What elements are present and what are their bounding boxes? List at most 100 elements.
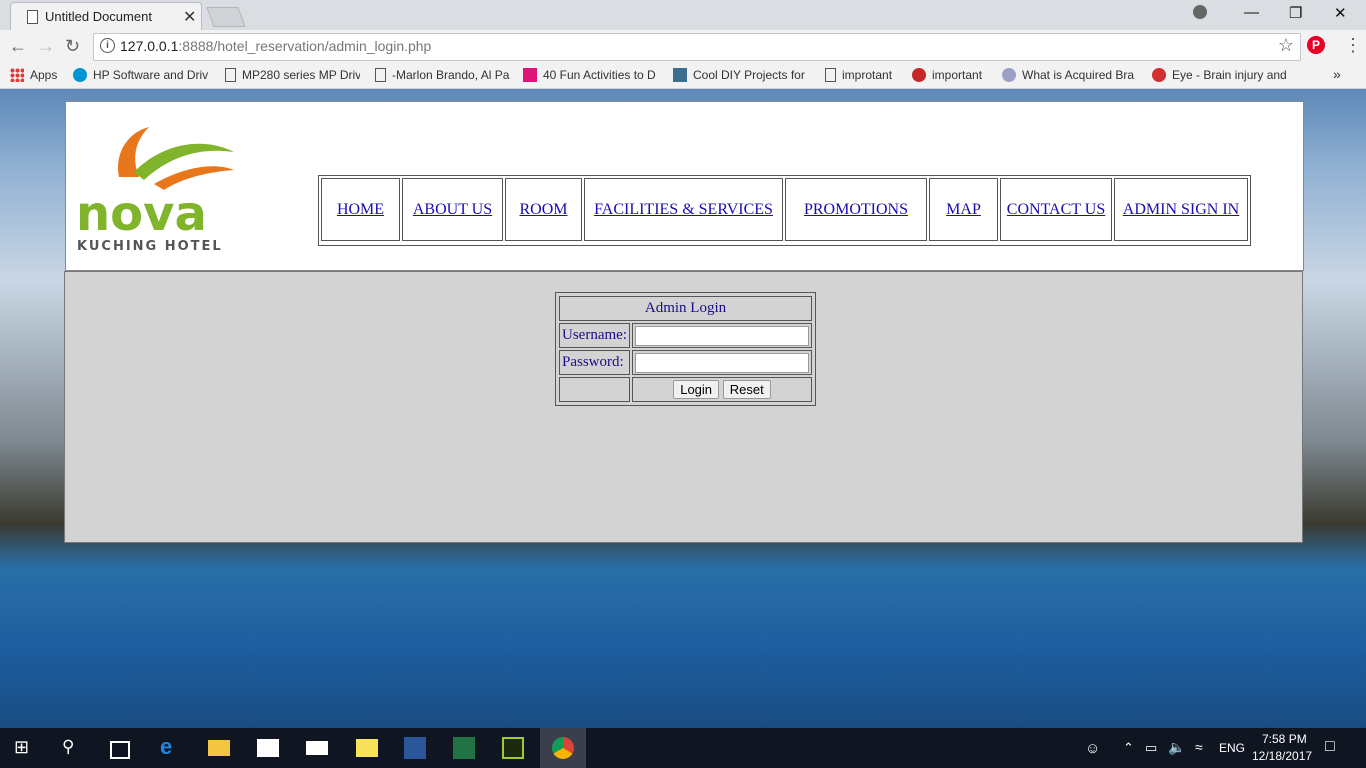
username-label: Username: bbox=[559, 323, 630, 348]
diy-icon bbox=[673, 68, 687, 82]
document-icon bbox=[27, 10, 38, 24]
browser-tab[interactable]: Untitled Document ✕ bbox=[10, 2, 202, 31]
brain-icon bbox=[1002, 68, 1016, 82]
password-label: Password: bbox=[559, 350, 630, 375]
bookmark-label: HP Software and Driv bbox=[93, 68, 209, 82]
bookmarks-overflow-icon[interactable]: » bbox=[1333, 66, 1341, 82]
nav-promotions[interactable]: PROMOTIONS bbox=[785, 178, 927, 241]
profile-icon[interactable] bbox=[1193, 5, 1207, 19]
word-icon[interactable] bbox=[404, 737, 426, 759]
main-nav: HOME ABOUT US ROOM FACILITIES & SERVICES… bbox=[318, 175, 1251, 246]
close-window-icon[interactable]: ✕ bbox=[1334, 4, 1347, 22]
content-area: Admin Login Username: Password: Login Re… bbox=[64, 271, 1303, 543]
bookmark-star-icon[interactable]: ☆ bbox=[1278, 35, 1294, 56]
nav-contact-us[interactable]: CONTACT US bbox=[1000, 178, 1112, 241]
clock-date[interactable]: 12/18/2017 bbox=[1252, 749, 1312, 763]
site-icon bbox=[1152, 68, 1166, 82]
bookmark-hp[interactable]: HP Software and Driv bbox=[73, 68, 213, 82]
sticky-notes-icon[interactable] bbox=[356, 739, 378, 757]
nav-admin-sign-in[interactable]: ADMIN SIGN IN bbox=[1114, 178, 1248, 241]
bookmark-important[interactable]: important bbox=[912, 68, 982, 82]
chrome-taskbar-active[interactable] bbox=[540, 728, 586, 768]
edge-icon[interactable]: e bbox=[160, 734, 182, 759]
bookmark-diy[interactable]: Cool DIY Projects for bbox=[673, 68, 809, 82]
page-icon bbox=[825, 68, 836, 82]
bookmark-label: Apps bbox=[30, 68, 58, 82]
bookmark-label: improtant bbox=[842, 68, 893, 82]
bookmarks-bar: Apps HP Software and Driv MP280 series M… bbox=[0, 64, 1366, 89]
bookmark-activities[interactable]: 40 Fun Activities to D bbox=[523, 68, 661, 82]
volume-icon[interactable]: 🔈 bbox=[1168, 739, 1185, 756]
notifications-icon[interactable]: □ bbox=[1325, 738, 1335, 756]
hp-icon bbox=[73, 68, 87, 82]
bookmark-mp280[interactable]: MP280 series MP Driv bbox=[225, 68, 360, 82]
login-button[interactable]: Login bbox=[673, 380, 720, 399]
bookmark-label: MP280 series MP Driv bbox=[242, 68, 360, 82]
nav-map[interactable]: MAP bbox=[929, 178, 998, 241]
people-icon[interactable]: ☺ bbox=[1085, 740, 1100, 757]
bookmark-label: Eye - Brain injury and bbox=[1172, 68, 1287, 82]
logo-wordmark: nova bbox=[76, 186, 207, 242]
tab-close-icon[interactable]: ✕ bbox=[183, 7, 196, 27]
new-tab-button[interactable] bbox=[206, 7, 246, 27]
pinterest-icon[interactable]: P bbox=[1307, 36, 1325, 54]
logo-subtitle: KUCHING HOTEL bbox=[77, 239, 223, 252]
bookmark-label: What is Acquired Bra bbox=[1022, 68, 1135, 82]
chrome-menu-icon[interactable]: ⋮ bbox=[1344, 35, 1362, 56]
file-explorer-icon[interactable] bbox=[208, 740, 230, 756]
dreamweaver-icon[interactable] bbox=[502, 737, 524, 759]
nav-about-us[interactable]: ABOUT US bbox=[402, 178, 503, 241]
admin-login-form: Admin Login Username: Password: Login Re… bbox=[555, 292, 816, 406]
apps-grid-icon bbox=[10, 68, 24, 82]
page-icon bbox=[375, 68, 386, 82]
reset-button[interactable]: Reset bbox=[722, 380, 771, 399]
password-input[interactable] bbox=[634, 352, 809, 373]
clock-time[interactable]: 7:58 PM bbox=[1262, 732, 1307, 746]
taskbar: ⊞ ⚲ e ☺ ⌃ ▭ 🔈 ≈ ENG 7:58 PM 12/18/2017 □ bbox=[0, 728, 1366, 768]
bookmark-label: Cool DIY Projects for bbox=[693, 68, 805, 82]
gh-icon bbox=[523, 68, 537, 82]
site-header: nova KUCHING HOTEL HOME ABOUT US ROOM FA… bbox=[65, 101, 1304, 271]
back-icon[interactable]: ← bbox=[9, 36, 27, 57]
button-cell: Login Reset bbox=[631, 377, 812, 402]
search-icon[interactable]: ⚲ bbox=[62, 737, 84, 759]
apple-icon bbox=[912, 68, 926, 82]
chrome-icon bbox=[552, 737, 574, 759]
battery-icon[interactable]: ▭ bbox=[1145, 740, 1157, 756]
tab-strip: Untitled Document ✕ — ❐ ✕ bbox=[0, 0, 1366, 31]
nav-home[interactable]: HOME bbox=[321, 178, 400, 241]
task-view-icon[interactable] bbox=[110, 741, 130, 759]
login-title: Admin Login bbox=[559, 296, 812, 321]
mail-icon[interactable] bbox=[306, 741, 328, 755]
bookmark-label: -Marlon Brando, Al Pa bbox=[392, 68, 510, 82]
forward-icon[interactable]: → bbox=[37, 36, 55, 57]
tray-chevron-icon[interactable]: ⌃ bbox=[1123, 740, 1134, 756]
bookmark-marlon[interactable]: -Marlon Brando, Al Pa bbox=[375, 68, 511, 82]
restore-icon[interactable]: ❐ bbox=[1289, 4, 1302, 22]
empty-cell bbox=[559, 377, 630, 402]
address-bar[interactable]: i 127.0.0.1:8888/hotel_reservation/admin… bbox=[93, 33, 1301, 61]
windows-start-icon[interactable]: ⊞ bbox=[14, 737, 36, 759]
bookmark-label: 40 Fun Activities to D bbox=[543, 68, 656, 82]
bookmark-eye[interactable]: Eye - Brain injury and bbox=[1152, 68, 1290, 82]
bookmark-apps[interactable]: Apps bbox=[10, 68, 57, 82]
nav-facilities-services[interactable]: FACILITIES & SERVICES bbox=[584, 178, 783, 241]
browser-toolbar: ← → ↻ i 127.0.0.1:8888/hotel_reservation… bbox=[0, 30, 1366, 64]
password-cell bbox=[631, 350, 812, 375]
tab-title: Untitled Document bbox=[45, 9, 152, 24]
bookmark-improtant[interactable]: improtant bbox=[825, 68, 892, 82]
reload-icon[interactable]: ↻ bbox=[65, 36, 80, 57]
minimize-icon[interactable]: — bbox=[1244, 4, 1259, 21]
store-icon[interactable] bbox=[257, 739, 279, 757]
nav-room[interactable]: ROOM bbox=[505, 178, 582, 241]
bookmark-acquired[interactable]: What is Acquired Bra bbox=[1002, 68, 1140, 82]
info-icon[interactable]: i bbox=[100, 38, 115, 53]
page-background: nova KUCHING HOTEL HOME ABOUT US ROOM FA… bbox=[0, 89, 1366, 728]
username-cell bbox=[631, 323, 812, 348]
wifi-icon[interactable]: ≈ bbox=[1195, 739, 1203, 755]
url-text[interactable]: 127.0.0.1:8888/hotel_reservation/admin_l… bbox=[120, 38, 431, 54]
excel-icon[interactable] bbox=[453, 737, 475, 759]
username-input[interactable] bbox=[634, 325, 809, 346]
language-indicator[interactable]: ENG bbox=[1219, 741, 1245, 755]
url-host: 127.0.0.1 bbox=[120, 38, 179, 54]
